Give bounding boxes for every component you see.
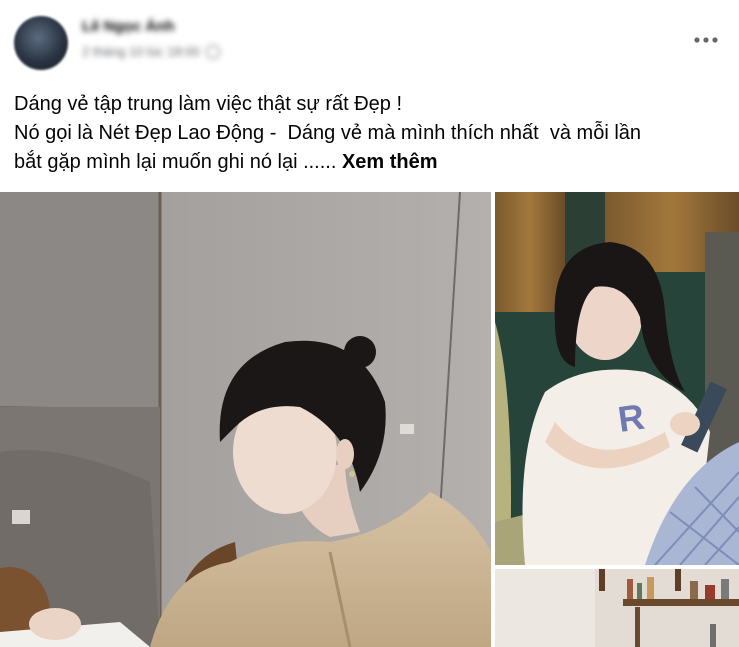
author-name[interactable]: Lê Ngọc Ánh [82,18,175,35]
post-photo-side-2[interactable] [495,569,739,647]
post-text-line-3: bắt gặp mình lại muốn ghi nó lại ...... … [14,148,730,177]
post-text: Dáng vẻ tập trung làm việc thật sự rất Đ… [14,90,730,177]
post-text-line-2: Nó gọi là Nét Đẹp Lao Động - Dáng vẻ mà … [14,122,642,144]
post-meta: 2 tháng 10 lúc 18:00 [82,44,220,59]
facebook-post: Lê Ngọc Ánh 2 tháng 10 lúc 18:00 Dáng vẻ… [0,0,739,647]
more-options-button[interactable] [691,30,721,50]
post-header: Lê Ngọc Ánh 2 tháng 10 lúc 18:00 [0,0,739,80]
photo-side-2-image [495,569,739,647]
photo-main-image [0,192,491,647]
globe-icon [205,44,220,59]
post-timestamp[interactable]: 2 tháng 10 lúc 18:00 [82,44,200,59]
see-more-link[interactable]: Xem thêm [342,151,438,173]
photo-side-1-image: R [495,192,739,565]
author-avatar[interactable] [14,16,68,70]
post-text-line-3-text: bắt gặp mình lại muốn ghi nó lại ...... [14,151,342,173]
post-text-line-1: Dáng vẻ tập trung làm việc thật sự rất Đ… [14,93,403,115]
post-photo-main[interactable] [0,192,491,647]
post-photo-side-1[interactable]: R [495,192,739,565]
more-horizontal-icon [694,37,718,43]
